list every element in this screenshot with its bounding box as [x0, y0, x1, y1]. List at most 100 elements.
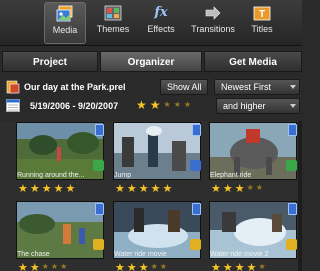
rating-filter-stars[interactable]: ★★★★★ [136, 98, 194, 112]
media-icon [56, 5, 73, 22]
star-filled-icon[interactable]: ★ [247, 262, 259, 271]
clip-rating-stars[interactable]: ★★★★★ [211, 182, 265, 195]
clip-item[interactable]: Running around the... ★★★★★ [16, 122, 108, 198]
media-tabs: Project Organizer Get Media [2, 51, 302, 72]
date-range[interactable]: 5/19/2006 - 9/20/2007 [30, 101, 118, 111]
project-row: Our day at the Park.prel Show All Newest… [0, 78, 302, 98]
media-tool-label: Media [52, 25, 78, 35]
transitions-icon [205, 6, 221, 20]
star-filled-icon[interactable]: ★ [66, 183, 78, 195]
video-clip-icon [95, 203, 104, 215]
star-filled-icon[interactable]: ★ [150, 98, 164, 112]
clip-title: Running around the... [17, 172, 85, 179]
clip-item[interactable]: Elephant ride ★★★★★ [209, 122, 301, 198]
clip-item[interactable]: Jump ★★★★★ [113, 122, 205, 198]
in-project-icon [93, 239, 104, 250]
chevron-down-icon [290, 85, 296, 89]
effects-tool-label: Effects [147, 24, 175, 34]
grid-scrollbar[interactable] [298, 121, 302, 271]
video-clip-icon [288, 203, 297, 215]
star-empty-icon[interactable]: ★ [174, 100, 184, 109]
star-filled-icon[interactable]: ★ [139, 262, 151, 271]
sort-dropdown-value: Newest First [221, 82, 272, 92]
star-filled-icon[interactable]: ★ [127, 262, 139, 271]
clip-item[interactable]: The chase ★★★★★ [16, 201, 108, 271]
star-filled-icon[interactable]: ★ [235, 262, 247, 271]
show-all-label: Show All [167, 82, 202, 92]
star-filled-icon[interactable]: ★ [42, 183, 54, 195]
clip-rating-stars[interactable]: ★★★★★ [211, 261, 268, 271]
clip-rating-stars[interactable]: ★★★★★ [18, 182, 77, 195]
titles-icon: T [253, 6, 271, 21]
filter-row: 5/19/2006 - 9/20/2007 ★★★★★ and higher [0, 97, 302, 117]
star-filled-icon[interactable]: ★ [223, 183, 235, 195]
clip-grid: Running around the... ★★★★★ Jump ★★★★★ E… [0, 121, 302, 271]
themes-icon [104, 5, 122, 21]
star-empty-icon[interactable]: ★ [51, 262, 60, 271]
tab-get-media[interactable]: Get Media [204, 51, 302, 72]
media-toolbar: Media Themes fx Effects Transitions T Ti… [0, 0, 302, 46]
in-project-icon [190, 160, 201, 171]
star-filled-icon[interactable]: ★ [211, 262, 223, 271]
star-empty-icon[interactable]: ★ [259, 262, 268, 271]
themes-tool-label: Themes [96, 24, 130, 34]
star-empty-icon[interactable]: ★ [164, 100, 174, 109]
star-empty-icon[interactable]: ★ [151, 262, 160, 271]
in-project-icon [286, 160, 297, 171]
star-filled-icon[interactable]: ★ [30, 183, 42, 195]
titles-tool-button[interactable]: T Titles [244, 2, 280, 44]
star-filled-icon[interactable]: ★ [211, 183, 223, 195]
clip-rating-stars[interactable]: ★★★★★ [18, 261, 69, 271]
star-empty-icon[interactable]: ★ [184, 100, 194, 109]
tab-organizer[interactable]: Organizer [100, 51, 202, 72]
star-empty-icon[interactable]: ★ [42, 262, 51, 271]
star-filled-icon[interactable]: ★ [151, 183, 163, 195]
titles-tool-label: Titles [251, 24, 273, 34]
star-filled-icon[interactable]: ★ [163, 183, 175, 195]
rating-mode-dropdown[interactable]: and higher [216, 98, 300, 114]
clip-item[interactable]: Water ride movie ★★★★★ [113, 201, 205, 271]
sort-dropdown[interactable]: Newest First [214, 79, 300, 95]
star-filled-icon[interactable]: ★ [127, 183, 139, 195]
themes-tool-button[interactable]: Themes [93, 2, 133, 44]
effects-icon: fx [154, 5, 168, 20]
in-project-icon [286, 239, 297, 250]
clip-title: Elephant ride [210, 172, 252, 179]
rating-mode-value: and higher [223, 101, 266, 111]
transitions-tool-button[interactable]: Transitions [188, 2, 238, 44]
star-filled-icon[interactable]: ★ [235, 183, 247, 195]
clip-title: The chase [17, 251, 50, 258]
clip-title: Jump [114, 172, 132, 179]
star-filled-icon[interactable]: ★ [18, 262, 30, 271]
star-filled-icon[interactable]: ★ [115, 262, 127, 271]
video-clip-icon [192, 124, 201, 136]
star-filled-icon[interactable]: ★ [115, 183, 127, 195]
project-title: Our day at the Park.prel [24, 82, 126, 92]
chevron-down-icon [290, 104, 296, 108]
show-all-button[interactable]: Show All [160, 79, 208, 95]
star-empty-icon[interactable]: ★ [60, 262, 69, 271]
media-tool-button[interactable]: Media [44, 2, 86, 44]
clip-title: Water ride movie 2 [210, 251, 269, 258]
star-filled-icon[interactable]: ★ [54, 183, 66, 195]
clip-rating-stars[interactable]: ★★★★★ [115, 261, 169, 271]
star-empty-icon[interactable]: ★ [160, 262, 169, 271]
star-filled-icon[interactable]: ★ [139, 183, 151, 195]
star-filled-icon[interactable]: ★ [30, 262, 42, 271]
star-filled-icon[interactable]: ★ [18, 183, 30, 195]
star-filled-icon[interactable]: ★ [136, 98, 150, 112]
in-project-icon [190, 239, 201, 250]
star-empty-icon[interactable]: ★ [256, 183, 265, 192]
star-filled-icon[interactable]: ★ [223, 262, 235, 271]
svg-text:T: T [259, 9, 265, 20]
effects-tool-button[interactable]: fx Effects [140, 2, 182, 44]
star-empty-icon[interactable]: ★ [247, 183, 256, 192]
transitions-tool-label: Transitions [191, 24, 235, 34]
clip-item[interactable]: Water ride movie 2 ★★★★★ [209, 201, 301, 271]
video-clip-icon [288, 124, 297, 136]
tab-project[interactable]: Project [2, 51, 98, 72]
video-clip-icon [95, 124, 104, 136]
clip-rating-stars[interactable]: ★★★★★ [115, 182, 174, 195]
calendar-icon[interactable] [6, 99, 20, 112]
in-project-icon [93, 160, 104, 171]
